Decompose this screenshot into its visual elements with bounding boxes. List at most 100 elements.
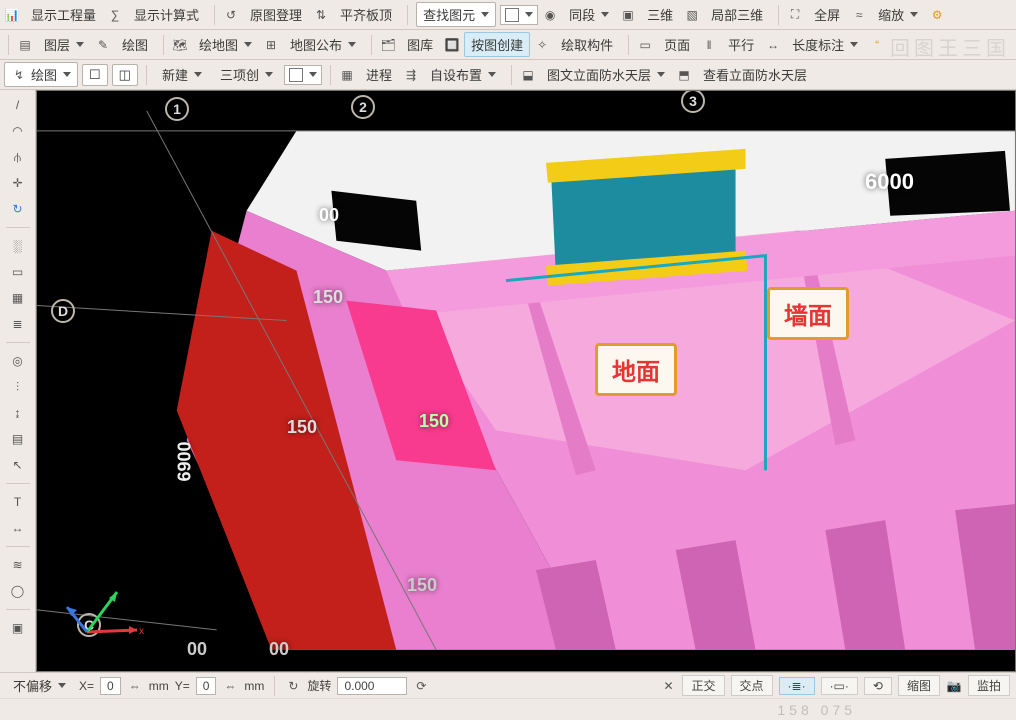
tb-layerbox[interactable]: [500, 5, 538, 25]
link-icon-2: ⇔: [222, 678, 238, 694]
status-ortho[interactable]: 正交: [682, 675, 724, 696]
zoom-icon: ≈: [851, 7, 867, 23]
3d-icon: ▣: [620, 7, 636, 23]
toolbar-row-3: ↯绘图 ☐ ◫ 新建 三项创 ▦ 进程 ⇶ 自设布置 ⬓ 图文立面防水天层 ⬒ …: [0, 60, 1016, 90]
tb-page[interactable]: 页面: [657, 32, 697, 57]
tb-map[interactable]: 绘地图: [192, 32, 259, 57]
side-dim-icon[interactable]: ↔: [5, 517, 31, 539]
generic-icon: 📊: [4, 7, 20, 23]
side-carc-icon[interactable]: ↻: [5, 198, 31, 220]
draw-icon: ✎: [95, 37, 111, 53]
tb3-draw[interactable]: ↯绘图: [4, 62, 78, 87]
callout-floor: 地面: [595, 343, 677, 396]
tb-parallel[interactable]: 平行: [721, 32, 761, 57]
tb-find-elem[interactable]: 查找图元: [416, 2, 496, 27]
tb3-box[interactable]: [284, 65, 322, 85]
tb3-new2[interactable]: ◫: [112, 64, 138, 86]
status-x[interactable]: 0: [100, 677, 121, 695]
tb-align-top[interactable]: 平齐板顶: [333, 2, 399, 27]
status-nooffset[interactable]: 不偏移: [6, 673, 73, 698]
side-cube-icon[interactable]: ▣: [5, 617, 31, 639]
tb-map2[interactable]: 地图公布: [283, 32, 363, 57]
status-rot[interactable]: 0.000: [337, 677, 407, 695]
x-unit: mm: [149, 679, 169, 693]
tb-same-segment[interactable]: 同段: [562, 2, 616, 27]
facade1-icon: ⬓: [520, 67, 536, 83]
tb-layers[interactable]: 图层: [37, 32, 91, 57]
seg-btn-1[interactable]: ·≣·: [779, 677, 815, 695]
seg-btn-2[interactable]: ·▭·: [821, 677, 858, 695]
dim-150-b: 150: [287, 417, 317, 438]
seg-btn-3[interactable]: ⟲: [864, 677, 892, 695]
side-filter-icon[interactable]: ⫶: [5, 376, 31, 398]
camera-icon: 📷: [946, 678, 962, 694]
tb-draw[interactable]: 绘图: [115, 32, 155, 57]
side-toolbar: / ◠ ⫛ ✛ ↻ ░ ▭ ▦ ≣ ◎ ⫶ ↨ ▤ ↖ T ↔ ≋ ◯ ▣: [0, 90, 36, 672]
dim-00-a: 00: [319, 205, 339, 226]
status-snapshot[interactable]: 监拍: [968, 675, 1010, 696]
dim-6000: 6000: [865, 169, 914, 195]
map-icon: 🗺: [172, 37, 188, 53]
side-scale-icon[interactable]: ↨: [5, 402, 31, 424]
tb-fullscreen[interactable]: 全屏: [807, 2, 847, 27]
local3d-icon: ▧: [684, 7, 700, 23]
svg-text:x: x: [139, 626, 144, 637]
tb-create-by-draw[interactable]: 按图创建: [464, 32, 530, 57]
facade2-icon: ⬒: [676, 67, 692, 83]
side-text-icon[interactable]: T: [5, 491, 31, 513]
side-cursor-icon[interactable]: ↖: [5, 454, 31, 476]
side-arc-icon[interactable]: ◠: [5, 120, 31, 142]
tb3-new[interactable]: ☐: [82, 64, 108, 86]
circle-icon: ◉: [542, 7, 558, 23]
more-icon[interactable]: “: [869, 37, 885, 53]
tb-zoom[interactable]: 缩放: [871, 2, 925, 27]
viewport-3d[interactable]: 1 2 3 D C 150 150 150 150 6900 00 6000 0…: [36, 90, 1016, 672]
status-intersect[interactable]: 交点: [731, 675, 773, 696]
tb-display-qty[interactable]: 显示工程量: [24, 2, 103, 27]
dim-icon: ↔: [765, 37, 781, 53]
side-grid-icon[interactable]: ▦: [5, 287, 31, 309]
snap-icon[interactable]: ✕: [660, 678, 676, 694]
tb-lib[interactable]: 图库: [400, 32, 440, 57]
tb-pick[interactable]: 绘取构件: [554, 32, 620, 57]
axis-gizmo[interactable]: x: [57, 572, 147, 665]
layers-icon: ▤: [17, 37, 33, 53]
reset-icon: ↺: [223, 7, 239, 23]
map2-icon: ⊞: [263, 37, 279, 53]
auto-icon: ⇶: [403, 67, 419, 83]
tb-3d[interactable]: 三维: [640, 2, 680, 27]
side-meas-icon[interactable]: ≋: [5, 554, 31, 576]
side-db-icon[interactable]: ▤: [5, 428, 31, 450]
tb3-create[interactable]: 新建: [155, 62, 209, 87]
calc-icon: ∑: [107, 7, 123, 23]
side-cross-icon[interactable]: ✛: [5, 172, 31, 194]
toolbar-row-1: 📊 显示工程量 ∑ 显示计算式 ↺ 原图登理 ⇅ 平齐板顶 查找图元 ◉ 同段 …: [0, 0, 1016, 30]
toolbar-row-2: ▤ 图层 ✎ 绘图 🗺 绘地图 ⊞ 地图公布 🗂 图库 🔲 按图创建 ✧ 绘取构…: [0, 30, 1016, 60]
side-mirror-icon[interactable]: ⫛: [5, 146, 31, 168]
side-layers-icon[interactable]: ≣: [5, 313, 31, 335]
bottom-strip: 158 075: [0, 698, 1016, 720]
side-palette-icon[interactable]: ░: [5, 235, 31, 257]
side-rect-icon[interactable]: ▭: [5, 261, 31, 283]
tb-display-formula[interactable]: 显示计算式: [127, 2, 206, 27]
settings-icon[interactable]: ⚙: [929, 7, 945, 23]
tb-length-dim[interactable]: 长度标注: [785, 32, 865, 57]
tb-orig-layer[interactable]: 原图登理: [243, 2, 309, 27]
status-y[interactable]: 0: [196, 677, 217, 695]
lib-icon: 🗂: [380, 37, 396, 53]
tb3-autolayout[interactable]: 自设布置: [423, 62, 503, 87]
align-icon: ⇅: [313, 7, 329, 23]
tb3-facade-water[interactable]: 图文立面防水天层: [540, 62, 672, 87]
side-circ-icon[interactable]: ◯: [5, 580, 31, 602]
status-bar: 不偏移 X= 0 ⇔ mm Y= 0 ⇔ mm ↻ 旋转 0.000 ⟳ ✕ 正…: [0, 672, 1016, 698]
tb3-view-facade[interactable]: 查看立面防水天层: [696, 62, 814, 87]
tb3-process[interactable]: 进程: [359, 62, 399, 87]
tb3-three[interactable]: 三项创: [213, 62, 280, 87]
tb-local-3d[interactable]: 局部三维: [704, 2, 770, 27]
y-label: Y=: [175, 679, 190, 693]
side-mag-icon[interactable]: ◎: [5, 350, 31, 372]
dim-150-a: 150: [313, 287, 343, 308]
side-line-icon[interactable]: /: [5, 94, 31, 116]
status-thumb[interactable]: 缩图: [898, 675, 940, 696]
grid-bubble-3: 3: [681, 90, 705, 113]
